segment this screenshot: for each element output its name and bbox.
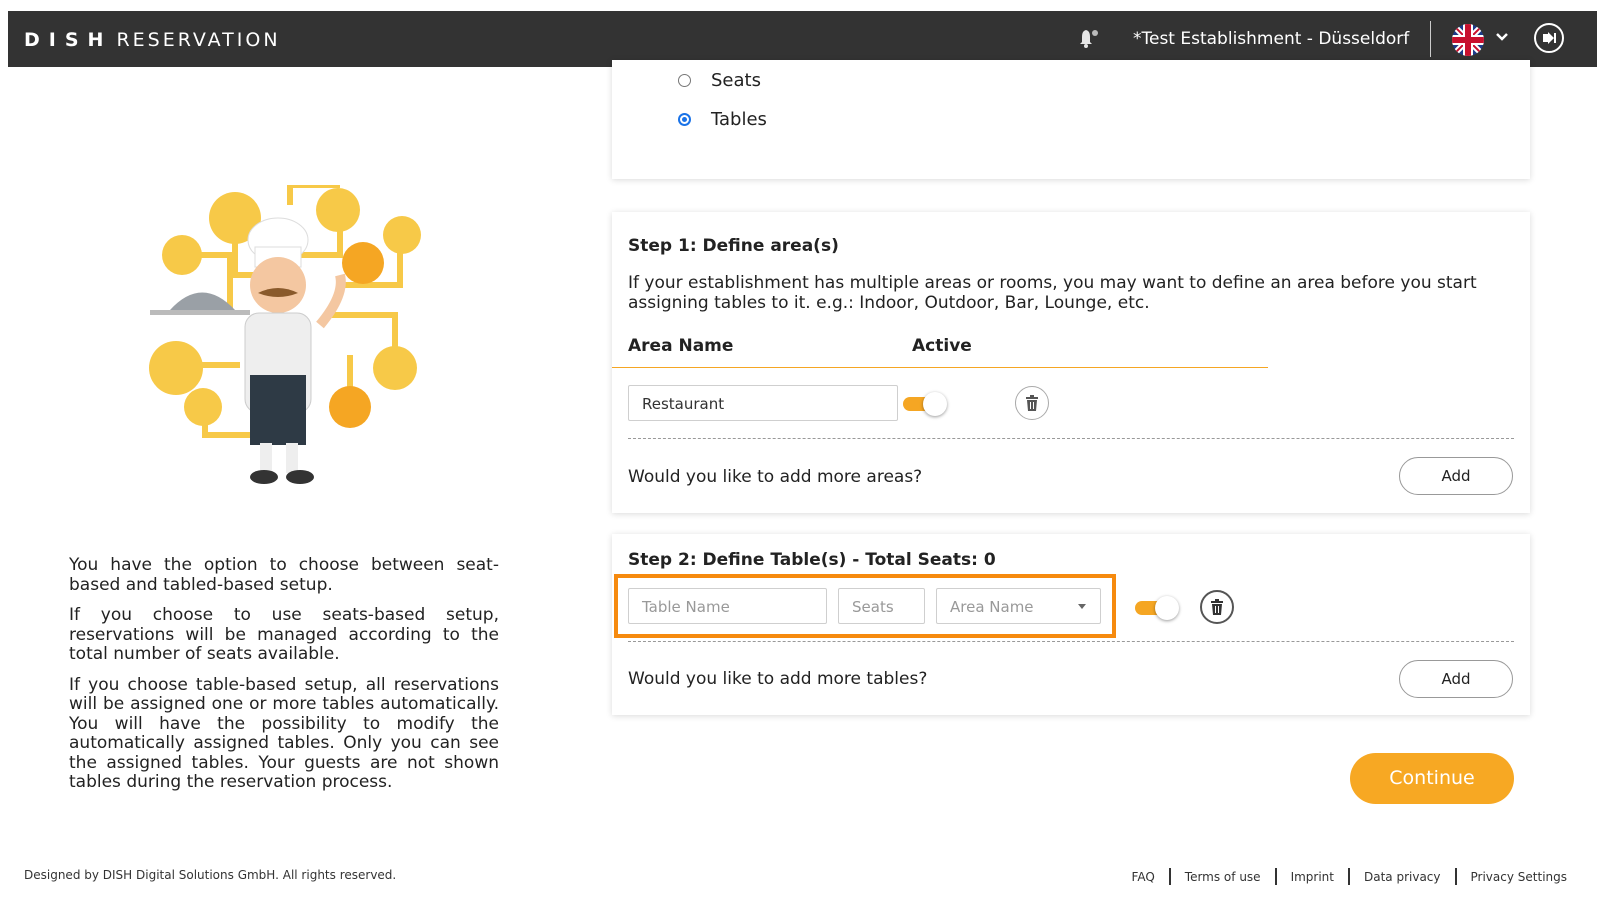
header-underline	[612, 367, 1268, 368]
toggle-knob	[1155, 596, 1179, 620]
col-area-name: Area Name	[628, 336, 734, 356]
col-active: Active	[912, 336, 972, 356]
footer-link-faq[interactable]: FAQ	[1132, 870, 1155, 884]
footer-separator	[1454, 868, 1457, 885]
trash-icon	[1026, 395, 1038, 411]
footer-link-privacy-settings[interactable]: Privacy Settings	[1471, 870, 1567, 884]
add-tables-question: Would you like to add more tables?	[628, 669, 928, 689]
trash-icon	[1211, 599, 1223, 615]
footer-link-imprint[interactable]: Imprint	[1291, 870, 1334, 884]
radio-seats-label: Seats	[711, 70, 761, 91]
step1-card: Step 1: Define area(s) If your establish…	[612, 212, 1530, 513]
setup-type-card: Seats Tables	[612, 60, 1530, 179]
add-table-button[interactable]: Add	[1399, 660, 1513, 698]
explanation-paragraph-2: If you choose to use seats-based setup, …	[69, 605, 499, 664]
divider	[628, 641, 1514, 642]
toggle-knob	[923, 392, 947, 416]
footer-separator	[1168, 868, 1171, 885]
top-navbar: DISH RESERVATION *Test Establishment - Dü…	[8, 11, 1597, 67]
radio-circle[interactable]	[678, 74, 691, 87]
delete-table-button[interactable]	[1200, 590, 1234, 624]
area-name-input[interactable]: Restaurant	[628, 385, 898, 421]
radio-seats[interactable]: Seats	[678, 70, 761, 91]
radio-tables-label: Tables	[711, 109, 767, 130]
chevron-down-icon[interactable]	[1494, 29, 1510, 49]
explanation-paragraph-1: You have the option to choose between se…	[69, 555, 499, 595]
footer-links: FAQ Terms of use Imprint Data privacy Pr…	[1132, 868, 1567, 885]
brand-light: RESERVATION	[116, 29, 281, 51]
bell-icon[interactable]	[1076, 27, 1100, 51]
step1-description: If your establishment has multiple areas…	[628, 273, 1477, 313]
establishment-name[interactable]: *Test Establishment - Düsseldorf	[1133, 29, 1409, 49]
highlight-box	[614, 574, 1116, 638]
explanation-paragraph-3: If you choose table-based setup, all res…	[69, 674, 499, 792]
footer-link-data-privacy[interactable]: Data privacy	[1364, 870, 1441, 884]
step1-title: Step 1: Define area(s)	[628, 236, 839, 256]
setup-explanation: You have the option to choose between se…	[69, 555, 499, 804]
navbar-divider	[1430, 21, 1431, 57]
logout-icon[interactable]	[1534, 23, 1564, 53]
continue-button[interactable]: Continue	[1350, 753, 1514, 804]
step2-title: Step 2: Define Table(s) - Total Seats: 0	[628, 550, 996, 570]
chef-illustration	[149, 185, 421, 484]
area-active-toggle[interactable]	[903, 392, 947, 416]
brand-logo[interactable]: DISH RESERVATION	[24, 29, 281, 51]
delete-area-button[interactable]	[1015, 386, 1049, 420]
radio-tables[interactable]: Tables	[678, 109, 767, 130]
footer-copyright: Designed by DISH Digital Solutions GmbH.…	[24, 868, 397, 882]
table-active-toggle[interactable]	[1135, 596, 1179, 620]
footer-separator	[1348, 868, 1350, 885]
divider	[628, 438, 1514, 439]
footer-separator	[1274, 868, 1277, 885]
footer-link-terms[interactable]: Terms of use	[1185, 870, 1261, 884]
uk-flag-icon[interactable]	[1452, 24, 1484, 56]
radio-circle-selected[interactable]	[678, 113, 691, 126]
add-area-button[interactable]: Add	[1399, 457, 1513, 495]
brand-bold: DISH	[24, 29, 113, 51]
add-areas-question: Would you like to add more areas?	[628, 467, 923, 487]
